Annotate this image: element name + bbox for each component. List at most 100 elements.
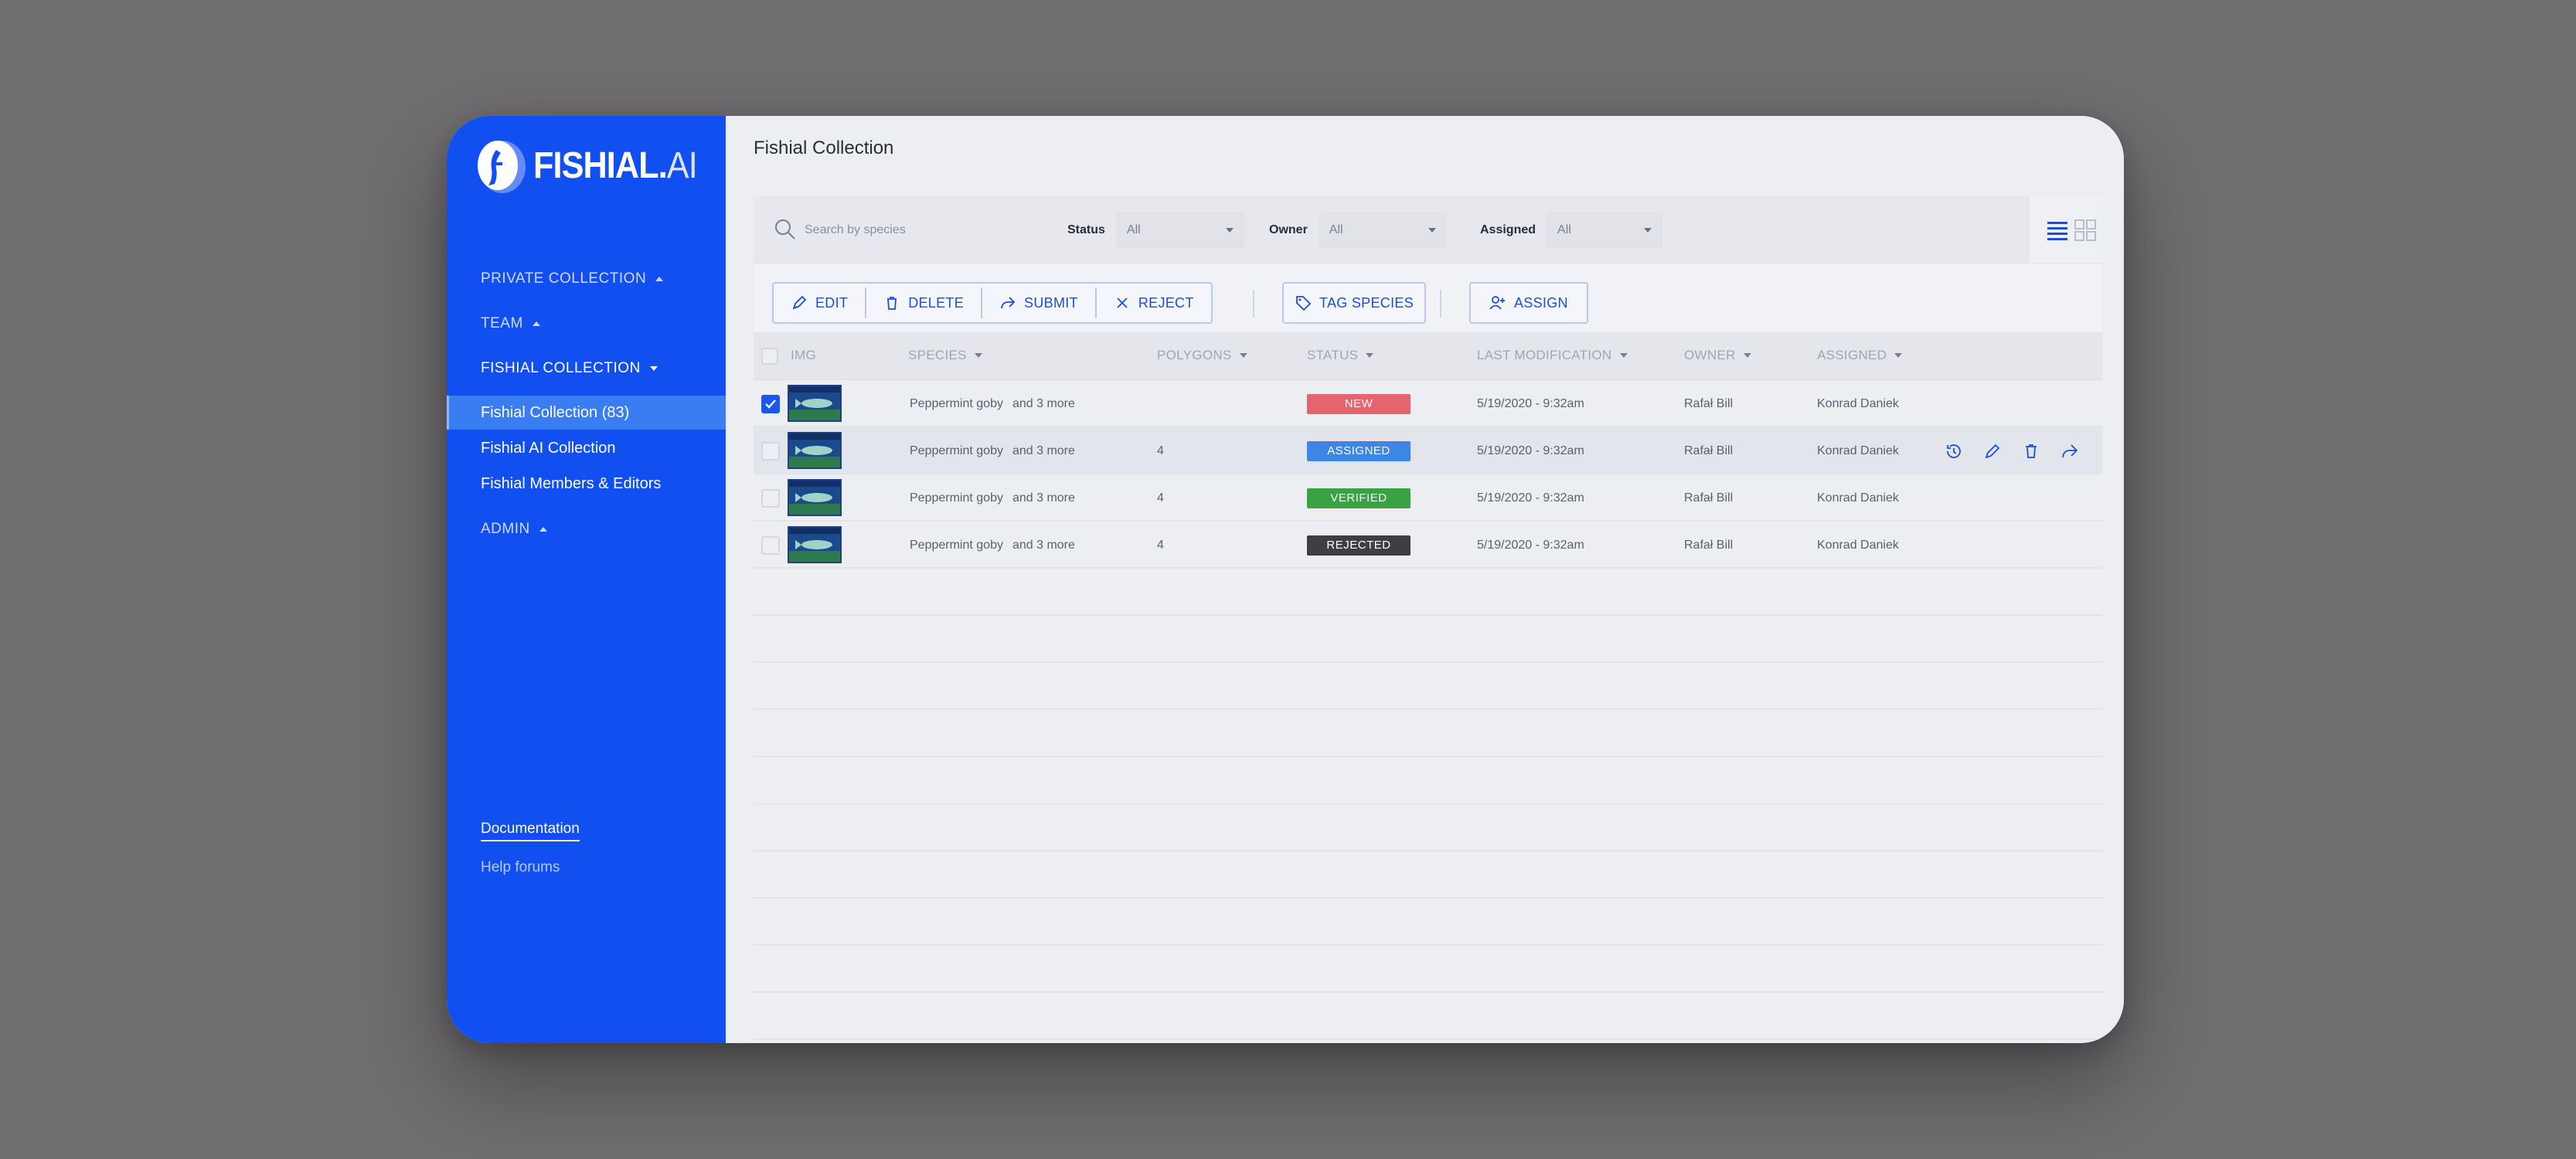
- tag-species-group: TAG SPECIES: [1282, 282, 1426, 324]
- status-badge: NEW: [1307, 393, 1411, 414]
- status-filter-label: Status: [1067, 223, 1105, 236]
- sidebar-item-fishial-collection[interactable]: Fishial Collection (83): [447, 396, 726, 430]
- owner-cell: Rafał Bill: [1684, 491, 1734, 505]
- status-select[interactable]: All: [1115, 212, 1244, 249]
- divider: [1253, 290, 1254, 318]
- documentation-link[interactable]: Documentation: [481, 821, 580, 841]
- view-toggle: [2030, 196, 2102, 266]
- column-header-label: ASSIGNED: [1817, 348, 1887, 362]
- trash-icon[interactable]: [2022, 442, 2040, 461]
- fish-thumbnail[interactable]: [788, 526, 842, 563]
- fish-thumbnail[interactable]: [788, 432, 842, 469]
- caret-up-icon: [539, 527, 547, 532]
- species-name: Peppermint goby: [910, 491, 1003, 505]
- close-icon: [1117, 297, 1128, 308]
- table-row[interactable]: Peppermint goby and 3 more NEW 5/19/2020…: [754, 380, 2102, 427]
- empty-row: [754, 616, 2102, 663]
- reject-button[interactable]: REJECT: [1097, 284, 1211, 322]
- modified-cell: 5/19/2020 - 9:32am: [1477, 491, 1584, 505]
- species-cell: Peppermint goby and 3 more: [910, 427, 1075, 474]
- sidebar-item-fishial-members-editors[interactable]: Fishial Members & Editors: [447, 467, 726, 501]
- column-header-assigned[interactable]: ASSIGNED: [1817, 348, 1903, 363]
- row-checkbox[interactable]: [761, 395, 780, 413]
- add-user-icon: [1489, 296, 1505, 310]
- species-more-link[interactable]: and 3 more: [1012, 491, 1075, 505]
- pencil-icon[interactable]: [1983, 442, 2002, 461]
- assign-button[interactable]: ASSIGN: [1471, 284, 1587, 322]
- delete-button-label: DELETE: [908, 294, 965, 311]
- modified-cell: 5/19/2020 - 9:32am: [1477, 538, 1584, 552]
- nav-section-admin[interactable]: ADMIN: [481, 521, 547, 538]
- owner-select[interactable]: All: [1318, 212, 1447, 249]
- polygons-cell: 4: [1157, 444, 1164, 457]
- edit-button[interactable]: EDIT: [774, 284, 865, 322]
- column-header-owner[interactable]: OWNER: [1684, 348, 1751, 363]
- history-icon[interactable]: [1945, 442, 1963, 461]
- empty-row: [754, 757, 2102, 804]
- fish-thumbnail[interactable]: [788, 385, 842, 422]
- table-row[interactable]: Peppermint goby and 3 more 4 ASSIGNED 5/…: [754, 427, 2102, 474]
- column-header-species[interactable]: SPECIES: [908, 348, 982, 363]
- assigned-select[interactable]: All: [1547, 212, 1663, 249]
- chevron-down-icon: [1644, 228, 1652, 233]
- species-more-link[interactable]: and 3 more: [1012, 444, 1075, 458]
- nav-section-private-collection[interactable]: PRIVATE COLLECTION: [481, 270, 664, 287]
- row-checkbox[interactable]: [761, 489, 780, 508]
- edit-button-label: EDIT: [815, 294, 849, 311]
- caret-down-icon: [649, 366, 658, 371]
- sort-caret-icon: [1619, 353, 1628, 358]
- row-checkbox[interactable]: [761, 536, 780, 555]
- assign-button-label: ASSIGN: [1514, 294, 1568, 311]
- table-body: Peppermint goby and 3 more NEW 5/19/2020…: [754, 380, 2102, 1040]
- app-window: FISHIAL.AI PRIVATE COLLECTION TEAM FISHI…: [447, 116, 2124, 1043]
- grid-view-icon[interactable]: [2074, 219, 2096, 241]
- nav-section-fishial-collection[interactable]: FISHIAL COLLECTION: [481, 360, 658, 377]
- column-header-label: STATUS: [1307, 348, 1359, 362]
- nav-section-team[interactable]: TEAM: [481, 315, 540, 332]
- sidebar-item-label: Fishial Members & Editors: [481, 474, 662, 492]
- trash-icon: [887, 297, 897, 310]
- filter-bar: Status All Owner All Assigned All: [754, 196, 2102, 266]
- species-cell: Peppermint goby and 3 more: [910, 380, 1075, 427]
- table-row[interactable]: Peppermint goby and 3 more 4 REJECTED 5/…: [754, 522, 2102, 569]
- column-header-status[interactable]: STATUS: [1307, 348, 1374, 363]
- column-header-last-modification[interactable]: LAST MODIFICATION: [1477, 348, 1628, 363]
- tag-species-button[interactable]: TAG SPECIES: [1284, 284, 1424, 322]
- main-content: Fishial Collection Status All Owner All: [726, 116, 2124, 1043]
- tag-species-button-label: TAG SPECIES: [1319, 294, 1414, 311]
- status-cell: ASSIGNED: [1307, 427, 1411, 474]
- status-badge: ASSIGNED: [1307, 440, 1411, 461]
- species-more-link[interactable]: and 3 more: [1012, 539, 1075, 552]
- empty-row: [754, 851, 2102, 899]
- logo[interactable]: FISHIAL.AI: [473, 134, 715, 196]
- species-name: Peppermint goby: [910, 444, 1003, 457]
- select-all-checkbox[interactable]: [761, 348, 778, 365]
- caret-up-icon: [532, 321, 540, 326]
- table-row[interactable]: Peppermint goby and 3 more 4 VERIFIED 5/…: [754, 474, 2102, 522]
- empty-row: [754, 710, 2102, 757]
- assign-group: ASSIGN: [1469, 282, 1588, 324]
- submit-button[interactable]: SUBMIT: [982, 284, 1095, 322]
- assigned-filter-label: Assigned: [1480, 223, 1536, 236]
- fish-thumbnail[interactable]: [788, 479, 842, 516]
- status-cell: NEW: [1307, 380, 1411, 427]
- share-arrow-icon[interactable]: [2060, 442, 2079, 461]
- column-header-label: LAST MODIFICATION: [1477, 348, 1612, 362]
- search-input[interactable]: [805, 212, 1036, 249]
- reject-button-label: REJECT: [1138, 294, 1194, 311]
- list-view-icon[interactable]: [2047, 219, 2068, 241]
- pencil-icon: [792, 295, 807, 310]
- column-header-polygons[interactable]: POLYGONS: [1157, 348, 1247, 363]
- owner-filter-label: Owner: [1269, 223, 1308, 236]
- assigned-cell: Konrad Daniek: [1817, 491, 1899, 505]
- nav-section-label: FISHIAL COLLECTION: [481, 360, 641, 376]
- owner-select-value: All: [1329, 223, 1343, 236]
- assigned-cell: Konrad Daniek: [1817, 538, 1899, 552]
- sidebar-item-label: Fishial AI Collection: [481, 439, 616, 457]
- delete-button[interactable]: DELETE: [866, 284, 981, 322]
- help-forums-link[interactable]: Help forums: [481, 859, 560, 876]
- row-checkbox[interactable]: [761, 442, 780, 461]
- sidebar-item-fishial-ai-collection[interactable]: Fishial AI Collection: [447, 431, 726, 465]
- assigned-cell: Konrad Daniek: [1817, 396, 1899, 410]
- species-more-link[interactable]: and 3 more: [1012, 397, 1075, 411]
